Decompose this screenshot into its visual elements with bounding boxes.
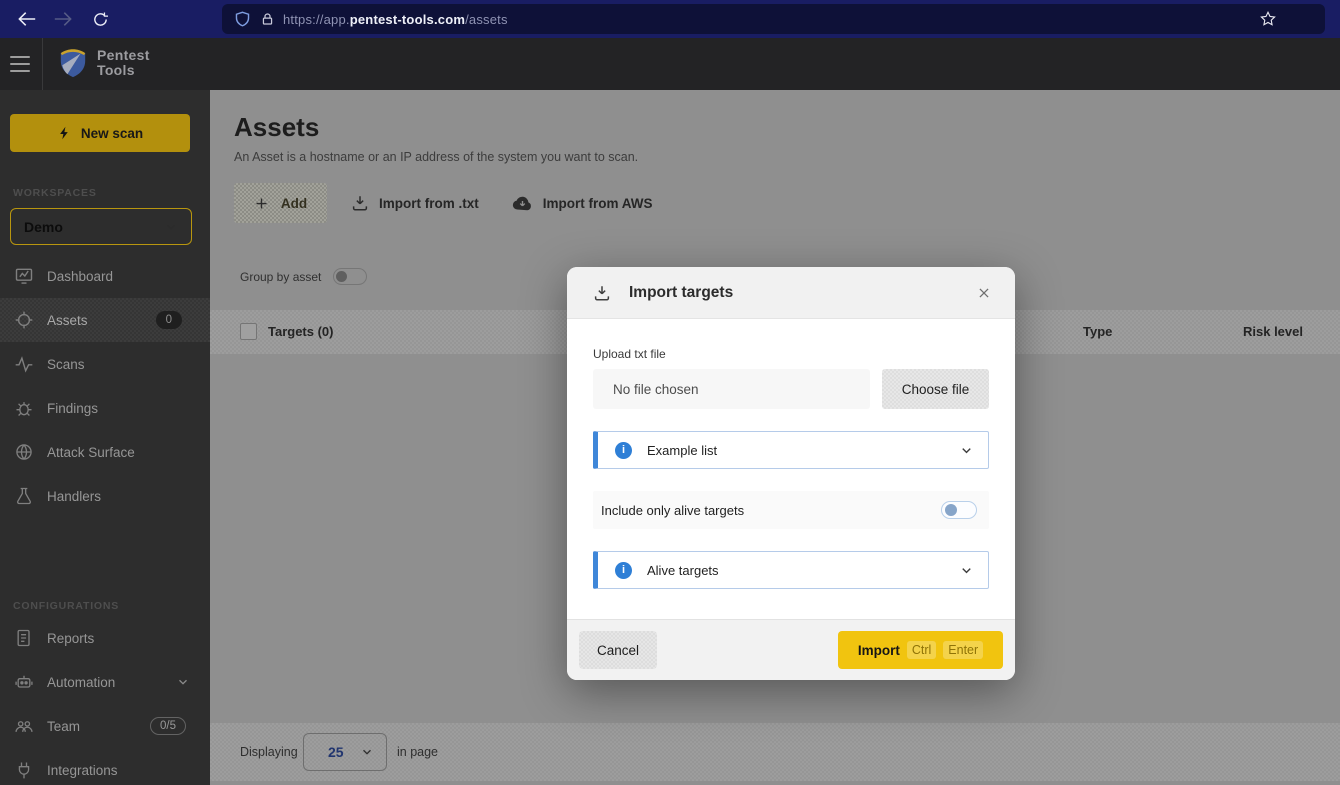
upload-txt-file-label: Upload txt file <box>593 347 989 361</box>
enter-key-hint: Enter <box>943 641 983 659</box>
modal-header: Import targets <box>567 267 1015 319</box>
file-upload-control: No file chosen Choose file <box>593 369 989 409</box>
download-tray-icon <box>593 284 611 302</box>
alive-targets-accordion[interactable]: Alive targets <box>593 551 989 589</box>
info-icon <box>615 442 632 459</box>
import-button[interactable]: Import Ctrl Enter <box>838 631 1003 669</box>
close-icon[interactable] <box>973 282 995 304</box>
modal-body: Upload txt file No file chosen Choose fi… <box>567 347 1015 589</box>
import-targets-modal: Import targets Upload txt file No file c… <box>567 267 1015 680</box>
include-alive-targets-row: Include only alive targets <box>593 491 989 529</box>
include-alive-label: Include only alive targets <box>601 503 744 518</box>
modal-title: Import targets <box>629 284 733 302</box>
choose-file-button[interactable]: Choose file <box>882 369 989 409</box>
example-list-accordion[interactable]: Example list <box>593 431 989 469</box>
chevron-down-icon <box>959 563 974 578</box>
chevron-down-icon <box>959 443 974 458</box>
example-list-label: Example list <box>647 443 717 458</box>
modal-footer: Cancel Import Ctrl Enter <box>567 619 1015 680</box>
include-alive-toggle[interactable] <box>941 501 977 519</box>
alive-targets-label: Alive targets <box>647 563 719 578</box>
file-name-field[interactable]: No file chosen <box>593 369 870 409</box>
info-icon <box>615 562 632 579</box>
cancel-button[interactable]: Cancel <box>579 631 657 669</box>
import-button-label: Import <box>858 643 900 658</box>
ctrl-key-hint: Ctrl <box>907 641 936 659</box>
